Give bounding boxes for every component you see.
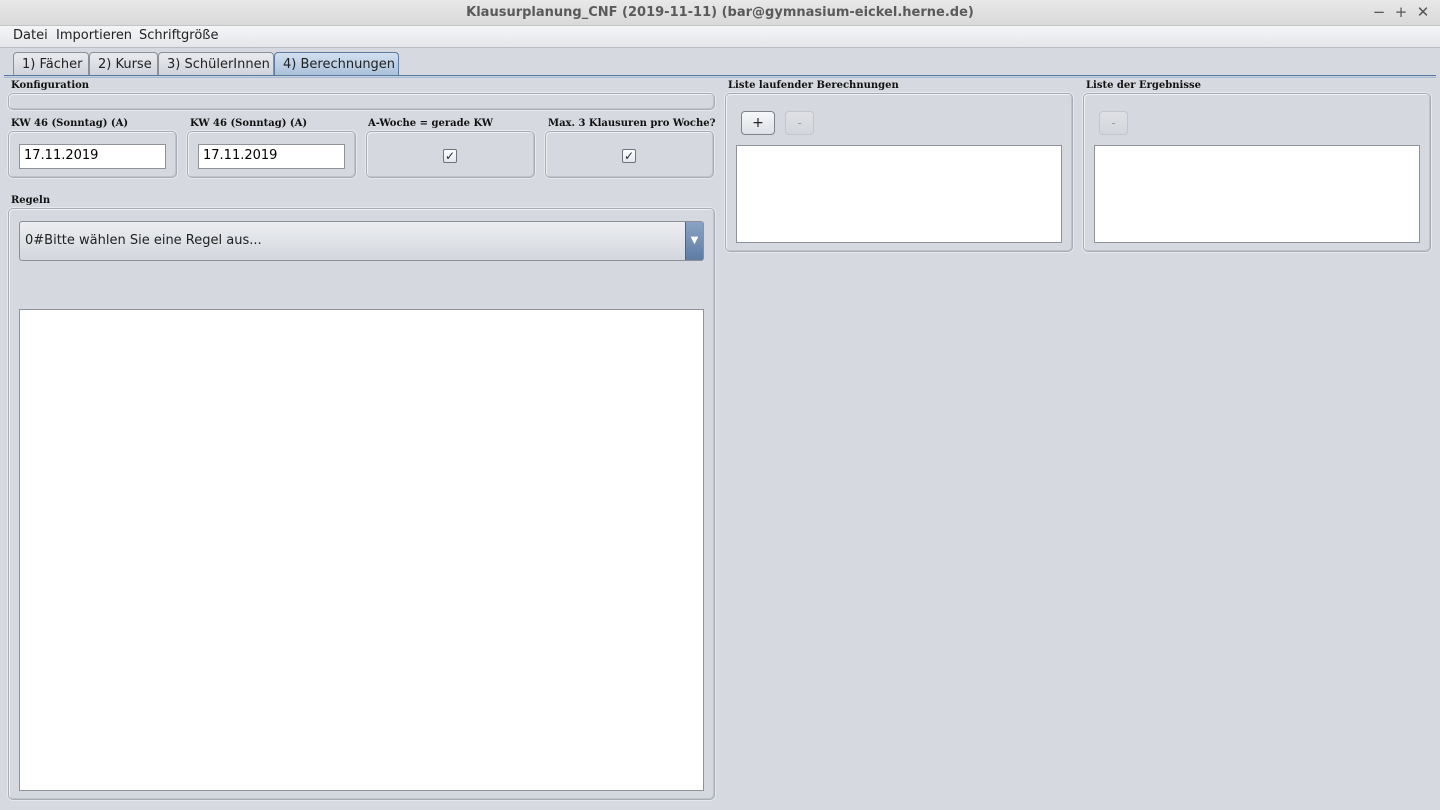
config-title: Konfiguration <box>11 80 90 91</box>
add-calculation-button[interactable]: + <box>741 111 775 135</box>
check-icon: ✓ <box>444 149 456 163</box>
tab-berechnungen[interactable]: 4) Berechnungen <box>274 52 399 76</box>
running-list[interactable] <box>736 145 1062 243</box>
aweek-label: A-Woche = gerade KW <box>368 118 494 129</box>
end-week-label: KW 46 (Sonntag) (A) <box>190 118 308 129</box>
maximize-icon[interactable]: + <box>1392 3 1410 21</box>
tab-bar: 1) Fächer 2) Kurse 3) SchülerInnen 4) Be… <box>0 52 1440 76</box>
menu-importieren[interactable]: Importieren <box>56 28 132 43</box>
max-label: Max. 3 Klausuren pro Woche? <box>548 118 716 129</box>
remove-calculation-button[interactable]: - <box>785 111 814 135</box>
menu-schriftgroesse[interactable]: Schriftgröße <box>139 28 219 43</box>
menu-datei[interactable]: Datei <box>13 28 48 43</box>
window-title: Klausurplanung_CNF (2019-11-11) (bar@gym… <box>466 5 974 20</box>
minimize-icon[interactable]: − <box>1370 3 1388 21</box>
check-icon: ✓ <box>623 149 635 163</box>
config-group <box>8 93 715 110</box>
rule-select-value: 0#Bitte wählen Sie eine Regel aus... <box>25 233 262 248</box>
running-title: Liste laufender Berechnungen <box>728 80 899 91</box>
rule-select[interactable]: 0#Bitte wählen Sie eine Regel aus... ▼ <box>19 221 704 261</box>
rules-title: Regeln <box>11 195 51 206</box>
aweek-checkbox[interactable]: ✓ <box>443 149 457 163</box>
close-icon[interactable]: ✕ <box>1414 3 1432 21</box>
start-week-label: KW 46 (Sonntag) (A) <box>11 118 129 129</box>
results-list[interactable] <box>1094 145 1420 243</box>
tab-separator <box>4 75 1436 78</box>
rule-text-area[interactable] <box>19 309 704 791</box>
chevron-down-icon[interactable]: ▼ <box>685 222 703 260</box>
window-titlebar: Klausurplanung_CNF (2019-11-11) (bar@gym… <box>0 0 1440 26</box>
results-title: Liste der Ergebnisse <box>1086 80 1201 91</box>
max-checkbox[interactable]: ✓ <box>622 149 636 163</box>
remove-result-button[interactable]: - <box>1099 111 1128 135</box>
tab-schuelerinnen[interactable]: 3) SchülerInnen <box>158 52 274 76</box>
tab-faecher[interactable]: 1) Fächer <box>13 52 89 76</box>
start-date-field[interactable]: 17.11.2019 <box>19 144 166 169</box>
menubar: Datei Importieren Schriftgröße <box>0 26 1440 48</box>
tab-kurse[interactable]: 2) Kurse <box>89 52 158 76</box>
end-date-field[interactable]: 17.11.2019 <box>198 144 345 169</box>
